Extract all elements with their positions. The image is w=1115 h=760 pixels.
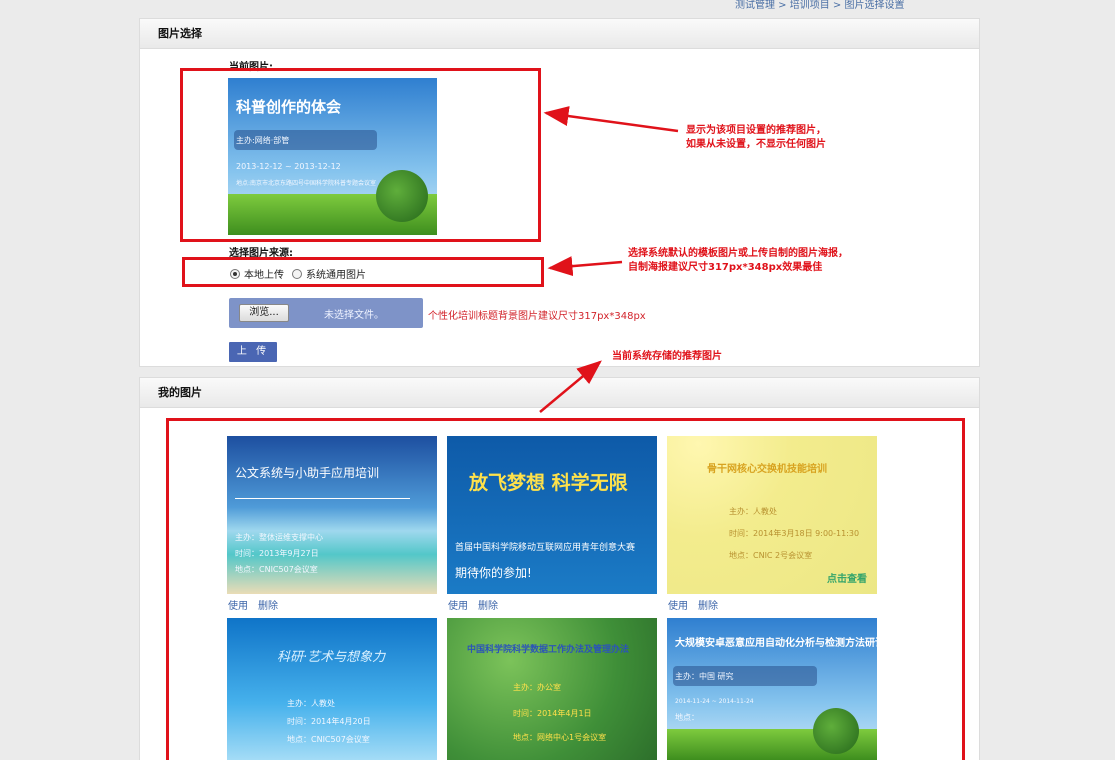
- delete-link[interactable]: 删除: [698, 601, 718, 612]
- current-poster-title: 科普创作的体会: [236, 98, 342, 116]
- gallery-image-6-line3: 地点：: [675, 713, 699, 722]
- gallery-image-4-line3: 地点：CNIC507会议室: [287, 735, 370, 744]
- panel-title-image-selection: 图片选择: [140, 19, 979, 49]
- gallery-image-5-title: 中国科学院科学数据工作办法及管理办法: [467, 645, 630, 655]
- panel-title-my-images: 我的图片: [140, 378, 979, 408]
- gallery-image-4-line2: 时间：2014年4月20日: [287, 717, 371, 726]
- gallery-image-1-title: 公文系统与小助手应用培训: [235, 466, 380, 480]
- gallery-image-2-line2: 期待你的参加!: [455, 566, 532, 580]
- gallery-image-6-title: 大规模安卓恶意应用自动化分析与检测方法研讨: [675, 638, 877, 649]
- gallery-image-1-line1: 主办：整体运维支撑中心: [235, 533, 323, 542]
- note-current-image-line1: 显示为该项目设置的推荐图片，: [686, 125, 826, 136]
- gallery-image-3-line1: 主办：人教处: [729, 507, 777, 516]
- gallery-image-3-badge: 点击查看: [827, 574, 867, 585]
- size-hint: 个性化培训标题背景图片建议尺寸317px*348px: [428, 311, 646, 322]
- gallery-image-6-line2: 2014-11-24 ~ 2014-11-24: [675, 698, 754, 705]
- source-label: 选择图片来源:: [229, 248, 293, 259]
- delete-link[interactable]: 删除: [478, 601, 498, 612]
- use-link[interactable]: 使用: [228, 601, 248, 612]
- gallery-image-5-line2: 时间：2014年4月1日: [513, 709, 592, 718]
- gallery-image-5-line1: 主办：办公室: [513, 683, 561, 692]
- source-radio-group: 本地上传 系统通用图片: [230, 266, 366, 281]
- gallery-image-6[interactable]: 大规模安卓恶意应用自动化分析与检测方法研讨 主办：中国 研究 2014-11-2…: [667, 618, 877, 760]
- gallery-image-3-title: 骨干网核心交换机技能培训: [707, 464, 827, 475]
- gallery-image-1-line3: 地点：CNIC507会议室: [235, 565, 318, 574]
- current-poster-date: 2013-12-12 ~ 2013-12-12: [236, 162, 341, 171]
- gallery-image-3[interactable]: 骨干网核心交换机技能培训 主办：人教处 时间：2014年3月18日 9:00-1…: [667, 436, 877, 594]
- radio-system-images[interactable]: [292, 268, 302, 279]
- gallery-image-6-line1: 主办：中国 研究: [675, 672, 734, 681]
- current-image-label: 当前图片:: [229, 62, 273, 73]
- note-current-image-line2: 如果从未设置，不显示任何图片: [686, 139, 826, 150]
- gallery-image-2-line1: 首届中国科学院移动互联网应用青年创意大赛: [455, 543, 636, 553]
- gallery-image-4-line1: 主办：人教处: [287, 699, 335, 708]
- gallery-actions-3: 使用 删除: [668, 597, 728, 612]
- note-source-line1: 选择系统默认的模板图片或上传自制的图片海报，: [628, 248, 848, 259]
- file-picker[interactable]: 浏览... 未选择文件。: [229, 298, 423, 328]
- note-source-line2: 自制海报建议尺寸317px*348px效果最佳: [628, 262, 823, 273]
- gallery-image-1[interactable]: 公文系统与小助手应用培训 主办：整体运维支撑中心 时间：2013年9月27日 地…: [227, 436, 437, 594]
- current-image: 科普创作的体会 主办:网络·部管 2013-12-12 ~ 2013-12-12…: [228, 78, 437, 235]
- gallery-actions-1: 使用 删除: [228, 597, 288, 612]
- gallery-image-2[interactable]: 放飞梦想 科学无限 首届中国科学院移动互联网应用青年创意大赛 期待你的参加!: [447, 436, 657, 594]
- note-my-images: 当前系统存储的推荐图片: [612, 351, 722, 362]
- file-status: 未选择文件。: [324, 310, 384, 321]
- gallery-image-5-line3: 地点：网络中心1号会议室: [513, 733, 607, 742]
- gallery-image-3-line2: 时间：2014年3月18日 9:00-11:30: [729, 529, 860, 538]
- current-poster-host: 主办:网络·部管: [236, 136, 290, 145]
- use-link[interactable]: 使用: [668, 601, 688, 612]
- use-link[interactable]: 使用: [448, 601, 468, 612]
- note-source: 选择系统默认的模板图片或上传自制的图片海报， 自制海报建议尺寸317px*348…: [628, 247, 848, 275]
- note-current-image: 显示为该项目设置的推荐图片， 如果从未设置，不显示任何图片: [686, 124, 826, 152]
- radio-local-upload[interactable]: [230, 268, 240, 279]
- gallery-image-5[interactable]: 中国科学院科学数据工作办法及管理办法 主办：办公室 时间：2014年4月1日 地…: [447, 618, 657, 760]
- gallery-image-4-title: 科研·艺术与想象力: [277, 650, 386, 665]
- browse-button[interactable]: 浏览...: [239, 304, 289, 322]
- gallery-image-4[interactable]: 科研·艺术与想象力 主办：人教处 时间：2014年4月20日 地点：CNIC50…: [227, 618, 437, 760]
- upload-button[interactable]: 上 传: [229, 342, 277, 362]
- gallery-image-2-title: 放飞梦想 科学无限: [469, 472, 628, 494]
- radio-system-images-label[interactable]: 系统通用图片: [306, 266, 366, 281]
- current-poster-place: 地点:南京市北京东路四号中国科学院科普专题会议室: [236, 180, 377, 187]
- breadcrumb[interactable]: 测试管理 > 培训项目 > 图片选择设置: [735, 0, 904, 11]
- gallery-image-3-line3: 地点：CNIC 2号会议室: [729, 551, 813, 560]
- radio-local-upload-label[interactable]: 本地上传: [244, 266, 284, 281]
- gallery-image-1-line2: 时间：2013年9月27日: [235, 549, 319, 558]
- delete-link[interactable]: 删除: [258, 601, 278, 612]
- gallery-actions-2: 使用 删除: [448, 597, 508, 612]
